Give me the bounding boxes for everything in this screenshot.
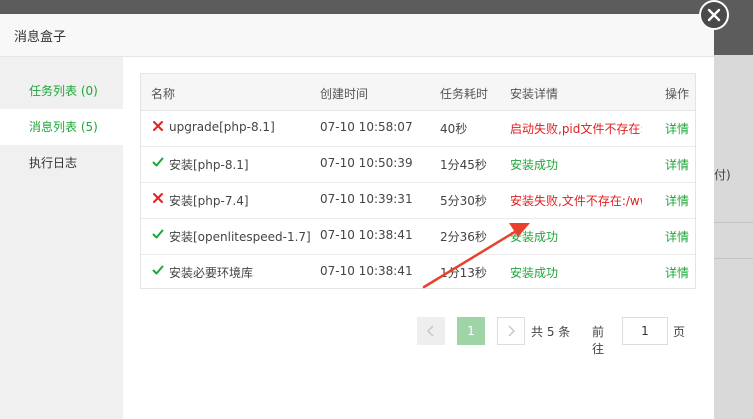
- sidebar-item-label: 消息列表 (5): [29, 120, 98, 134]
- check-icon: [152, 229, 164, 239]
- next-page-button[interactable]: [497, 317, 525, 345]
- close-button[interactable]: [699, 0, 729, 30]
- sidebar-item-logs[interactable]: 执行日志: [0, 145, 123, 181]
- check-icon: [152, 265, 164, 275]
- goto-page-input[interactable]: 1: [622, 317, 668, 345]
- sidebar-item-messages[interactable]: 消息列表 (5): [0, 109, 123, 145]
- x-icon: [153, 193, 163, 203]
- table-row: 安装[php-8.1] 07-10 10:50:39 1分45秒 安装成功 详情: [141, 146, 695, 183]
- install-detail: 安装成功: [510, 158, 559, 172]
- chevron-right-icon: [508, 325, 516, 337]
- sidebar-item-label: 执行日志: [29, 156, 78, 170]
- modal-header: 消息盒子: [0, 14, 714, 57]
- created-time: 07-10 10:38:41: [320, 264, 413, 278]
- install-detail: 启动失败,pid文件不存在:: [510, 122, 642, 136]
- x-icon: [153, 121, 163, 131]
- page-suffix: 页: [673, 325, 686, 339]
- task-duration: 1分45秒: [440, 158, 487, 172]
- created-time: 07-10 10:39:31: [320, 192, 413, 206]
- install-detail: 安装成功: [510, 266, 559, 280]
- detail-link[interactable]: 详情: [665, 228, 689, 245]
- task-duration: 1分13秒: [440, 266, 487, 280]
- background-divider: [714, 258, 753, 259]
- column-header-name: 名称: [151, 87, 176, 101]
- install-detail: 安装成功: [510, 230, 559, 244]
- column-header-duration: 任务耗时: [440, 87, 489, 101]
- task-name: upgrade[php-8.1]: [169, 120, 275, 134]
- detail-link[interactable]: 详情: [665, 120, 689, 137]
- detail-link[interactable]: 详情: [665, 192, 689, 209]
- created-time: 07-10 10:38:41: [320, 228, 413, 242]
- column-header-action: 操作: [665, 87, 690, 101]
- task-name: 安装[php-7.4]: [169, 194, 249, 208]
- current-page-button[interactable]: 1: [457, 317, 485, 345]
- task-name: 安装[openlitespeed-1.7]: [169, 230, 311, 244]
- task-name: 安装[php-8.1]: [169, 158, 249, 172]
- task-duration: 5分30秒: [440, 194, 487, 208]
- created-time: 07-10 10:50:39: [320, 156, 413, 170]
- table-row: 安装必要环境库 07-10 10:38:41 1分13秒 安装成功 详情: [141, 254, 695, 288]
- install-detail: 安装失败,文件不存在:/ww: [510, 194, 642, 208]
- total-count: 共 5 条: [531, 325, 571, 339]
- close-icon: [707, 8, 721, 22]
- detail-link[interactable]: 详情: [665, 264, 689, 281]
- created-time: 07-10 10:58:07: [320, 120, 413, 134]
- table-row: 安装[php-7.4] 07-10 10:39:31 5分30秒 安装失败,文件…: [141, 182, 695, 219]
- check-icon: [152, 157, 164, 167]
- column-header-detail: 安装详情: [510, 87, 559, 101]
- message-table: 名称 创建时间 任务耗时 安装详情 操作 upgrade[php-8.1] 07…: [140, 73, 696, 289]
- task-name: 安装必要环境库: [169, 266, 254, 280]
- chevron-left-icon: [426, 325, 434, 337]
- background-panel: [714, 55, 753, 419]
- task-duration: 40秒: [440, 122, 468, 136]
- sidebar-item-label: 任务列表 (0): [29, 84, 98, 98]
- task-duration: 2分36秒: [440, 230, 487, 244]
- detail-link[interactable]: 详情: [665, 156, 689, 173]
- goto-label: 前往: [592, 325, 605, 356]
- sidebar: 任务列表 (0) 消息列表 (5) 执行日志: [0, 57, 123, 419]
- table-row: upgrade[php-8.1] 07-10 10:58:07 40秒 启动失败…: [141, 110, 695, 147]
- prev-page-button[interactable]: [417, 317, 445, 345]
- column-header-time: 创建时间: [320, 87, 369, 101]
- sidebar-item-tasks[interactable]: 任务列表 (0): [0, 73, 123, 109]
- background-text: 付): [714, 168, 731, 182]
- modal-title: 消息盒子: [14, 30, 67, 45]
- background-divider: [714, 222, 753, 223]
- table-row: 安装[openlitespeed-1.7] 07-10 10:38:41 2分3…: [141, 218, 695, 255]
- table-header: 名称 创建时间 任务耗时 安装详情 操作: [141, 74, 695, 111]
